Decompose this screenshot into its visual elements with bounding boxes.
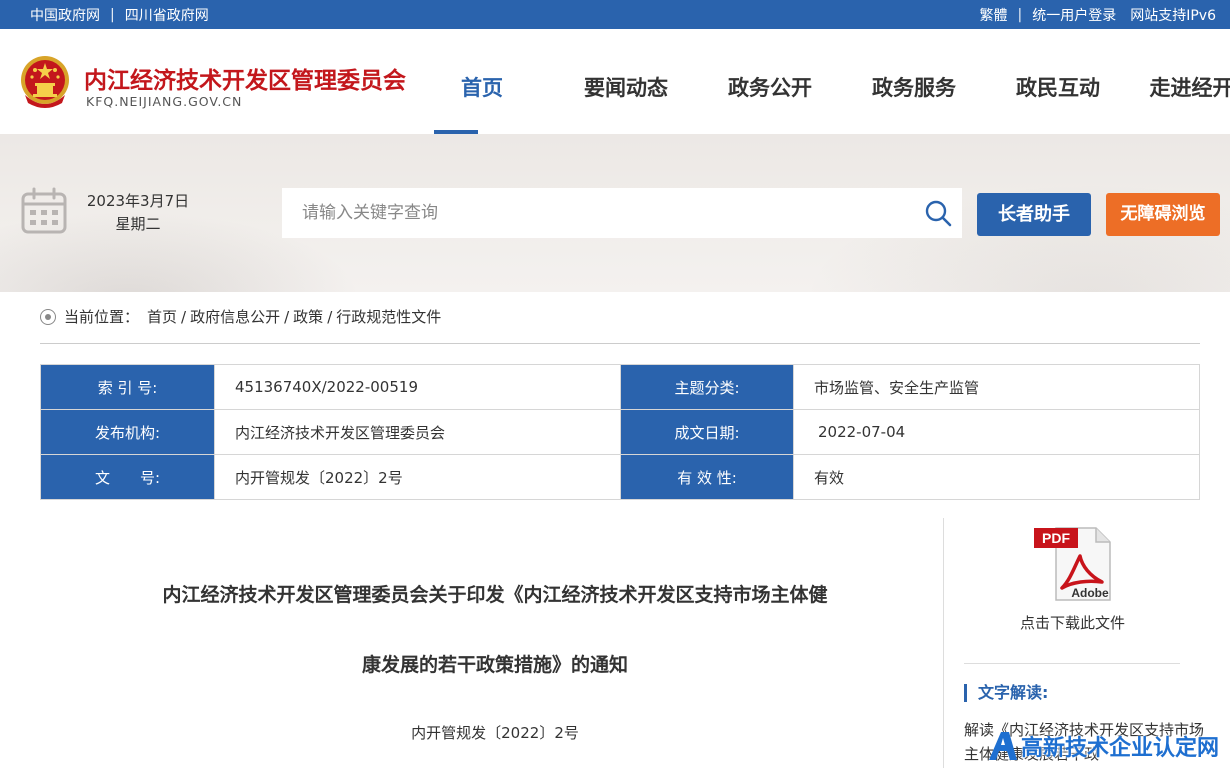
pdf-file-icon[interactable]: PDF Adobe xyxy=(1034,524,1114,604)
document-number: 内开管规发〔2022〕2号 xyxy=(411,724,579,742)
site-header: 内江经济技术开发区管理委员会 KFQ.NEIJIANG.GOV.CN 首页 要闻… xyxy=(0,29,1230,134)
document-title: 内江经济技术开发区管理委员会关于印发《内江经济技术开发区支持市场主体健 康发展的… xyxy=(120,560,870,700)
meta-value-index: 45136740X/2022-00519 xyxy=(214,364,621,410)
meta-value-date: 2022-07-04 xyxy=(793,409,1200,455)
breadcrumb-separator: / xyxy=(327,307,333,326)
pdf-brand: Adobe xyxy=(1071,586,1109,600)
meta-label-topic: 主题分类: xyxy=(620,364,794,410)
top-bar-left: 中国政府网 | 四川省政府网 xyxy=(30,5,209,25)
main-nav: 首页 要闻动态 政务公开 政务服务 政民互动 走进经开区 xyxy=(410,29,1230,134)
sidebar-divider xyxy=(964,663,1180,664)
separator: | xyxy=(1017,7,1023,23)
breadcrumb-separator: / xyxy=(284,307,290,326)
meta-label-doc-number: 文 号: xyxy=(40,454,215,500)
link-china-gov[interactable]: 中国政府网 xyxy=(30,5,100,25)
document-title-line: 内江经济技术开发区管理委员会关于印发《内江经济技术开发区支持市场主体健 xyxy=(162,584,828,606)
meta-label-index: 索 引 号: xyxy=(40,364,215,410)
breadcrumb-home[interactable]: 首页 xyxy=(147,306,177,327)
separator: | xyxy=(110,7,115,23)
site-name[interactable]: 内江经济技术开发区管理委员会 xyxy=(84,61,406,95)
current-date: 2023年3月7日 星期二 xyxy=(78,190,198,236)
meta-value-doc-number: 内开管规发〔2022〕2号 xyxy=(214,454,621,500)
top-bar: 中国政府网 | 四川省政府网 繁體 | 统一用户登录 网站支持IPv6 xyxy=(0,0,1230,29)
breadcrumb-gov-info-open[interactable]: 政府信息公开 xyxy=(190,306,280,327)
nav-item-gov-affairs-open[interactable]: 政务公开 xyxy=(698,29,842,134)
nav-item-interaction[interactable]: 政民互动 xyxy=(986,29,1130,134)
watermark-text: 高新技术企业认定网 xyxy=(1021,736,1220,761)
nav-item-news[interactable]: 要闻动态 xyxy=(554,29,698,134)
meta-label-validity: 有 效 性: xyxy=(620,454,794,500)
breadcrumb-normative-docs[interactable]: 行政规范性文件 xyxy=(336,306,441,327)
watermark-logo-icon xyxy=(989,732,1017,760)
interpretation-heading: 文字解读: xyxy=(964,684,1048,702)
link-ipv6[interactable]: 网站支持IPv6 xyxy=(1130,5,1216,25)
meta-value-issuer: 内江经济技术开发区管理委员会 xyxy=(214,409,621,455)
meta-label-issuer: 发布机构: xyxy=(40,409,215,455)
accessibility-button[interactable]: 无障碍浏览 xyxy=(1106,193,1220,236)
nav-item-home[interactable]: 首页 xyxy=(410,29,554,134)
meta-label-date: 成文日期: xyxy=(620,409,794,455)
watermark: 高新技术企业认定网 xyxy=(985,722,1230,768)
table-row: 索 引 号: 45136740X/2022-00519 主题分类: 市场监管、安… xyxy=(40,364,1200,410)
breadcrumb-prefix: 当前位置： xyxy=(64,308,140,326)
link-traditional-chinese[interactable]: 繁體 xyxy=(980,5,1008,25)
table-row: 发布机构: 内江经济技术开发区管理委员会 成文日期: 2022-07-04 xyxy=(40,409,1200,455)
link-unified-login[interactable]: 统一用户登录 xyxy=(1032,5,1116,25)
weekday-text: 星期二 xyxy=(115,215,161,233)
pdf-badge: PDF xyxy=(1042,530,1070,546)
nav-item-about-zone[interactable]: 走进经开区 xyxy=(1130,29,1230,134)
content-divider xyxy=(943,518,944,768)
breadcrumb-policy[interactable]: 政策 xyxy=(293,306,323,327)
search-banner: 2023年3月7日 星期二 长者助手 无障碍浏览 xyxy=(0,134,1230,292)
document-title-line: 康发展的若干政策措施》的通知 xyxy=(361,654,628,676)
date-text: 2023年3月7日 xyxy=(86,192,190,210)
breadcrumb-separator: / xyxy=(181,307,187,326)
search-input[interactable] xyxy=(282,188,916,238)
search-box xyxy=(282,188,962,238)
top-bar-right: 繁體 | 统一用户登录 网站支持IPv6 xyxy=(980,5,1216,25)
calendar-icon xyxy=(21,187,67,234)
nav-item-gov-services[interactable]: 政务服务 xyxy=(842,29,986,134)
download-file-link[interactable]: 点击下载此文件 xyxy=(990,612,1155,633)
breadcrumb: 当前位置： 首页 / 政府信息公开 / 政策 / 行政规范性文件 xyxy=(40,306,441,327)
national-emblem-icon[interactable] xyxy=(20,55,70,109)
table-row: 文 号: 内开管规发〔2022〕2号 有 效 性: 有效 xyxy=(40,454,1200,500)
meta-value-topic: 市场监管、安全生产监管 xyxy=(793,364,1200,410)
search-icon[interactable] xyxy=(922,197,954,229)
elder-assistant-button[interactable]: 长者助手 xyxy=(977,193,1091,236)
document-meta-table: 索 引 号: 45136740X/2022-00519 主题分类: 市场监管、安… xyxy=(40,364,1200,500)
link-sichuan-gov[interactable]: 四川省政府网 xyxy=(125,5,209,25)
meta-value-validity: 有效 xyxy=(793,454,1200,500)
breadcrumb-divider xyxy=(40,343,1200,344)
site-domain: KFQ.NEIJIANG.GOV.CN xyxy=(86,94,243,109)
location-dot-icon xyxy=(40,308,56,325)
